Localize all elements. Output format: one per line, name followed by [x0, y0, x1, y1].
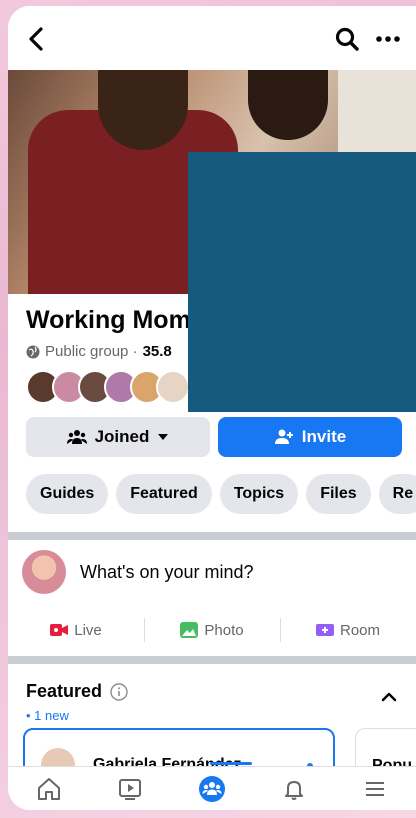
search-icon[interactable] [334, 26, 360, 52]
chevron-up-icon[interactable] [380, 690, 398, 704]
live-button[interactable]: Live [8, 612, 144, 648]
app-screen: Working Mom Public group · 35.8 Joined I… [8, 6, 416, 810]
tab-featured[interactable]: Featured [116, 474, 212, 514]
groups-icon [198, 775, 225, 802]
section-divider [8, 532, 416, 540]
composer-input[interactable]: What's on your mind? [80, 562, 254, 583]
nav-notifications[interactable] [253, 767, 335, 810]
active-tab-indicator [210, 762, 252, 765]
group-meta: Public group · 35.8 [26, 343, 172, 360]
nav-groups[interactable] [171, 767, 253, 810]
member-avatars[interactable] [26, 370, 190, 406]
room-button[interactable]: Room [280, 612, 416, 648]
invite-button[interactable]: Invite [218, 417, 402, 457]
tab-topics[interactable]: Topics [219, 474, 299, 514]
people-icon [66, 430, 87, 444]
tab-files[interactable]: Files [306, 474, 371, 514]
add-person-icon [274, 429, 293, 444]
chevron-left-icon[interactable] [22, 24, 52, 54]
section-divider [8, 656, 416, 664]
overlay-block [188, 152, 416, 412]
room-label: Room [339, 621, 380, 639]
room-icon [315, 624, 334, 636]
avatar [156, 370, 190, 404]
group-privacy-label: Public group · [45, 343, 138, 360]
photo-icon [180, 622, 199, 638]
joined-label: Joined [94, 427, 150, 446]
globe-icon [26, 345, 40, 358]
hamburger-menu-icon [366, 781, 385, 796]
invite-label: Invite [301, 427, 347, 446]
home-icon [37, 777, 60, 800]
tab-more-partial[interactable]: Re [378, 474, 416, 514]
nav-home[interactable] [8, 767, 90, 810]
nav-watch[interactable] [90, 767, 172, 810]
photo-label: Photo [204, 621, 244, 639]
top-bar [8, 6, 416, 70]
caret-down-icon [158, 434, 169, 440]
bottom-navigation [8, 766, 416, 810]
live-label: Live [74, 621, 102, 639]
more-horizontal-icon[interactable] [373, 26, 403, 52]
video-icon [119, 778, 142, 800]
group-title: Working Mom [26, 306, 191, 334]
info-icon[interactable] [110, 682, 128, 701]
featured-new-count: • 1 new [26, 708, 69, 723]
cover-child-hair [248, 70, 328, 140]
composer-actions: Live Photo Room [8, 612, 416, 648]
featured-title: Featured [26, 681, 103, 701]
bell-icon [284, 780, 303, 800]
user-avatar[interactable] [22, 550, 66, 594]
group-tabs: Guides Featured Topics Files Re [26, 474, 416, 514]
live-video-icon [50, 624, 69, 636]
featured-header: Featured [26, 681, 128, 702]
nav-menu[interactable] [334, 767, 416, 810]
joined-button[interactable]: Joined [26, 417, 210, 457]
photo-button[interactable]: Photo [144, 612, 280, 648]
member-count: 35.8 [142, 343, 172, 360]
tab-guides[interactable]: Guides [26, 474, 109, 514]
